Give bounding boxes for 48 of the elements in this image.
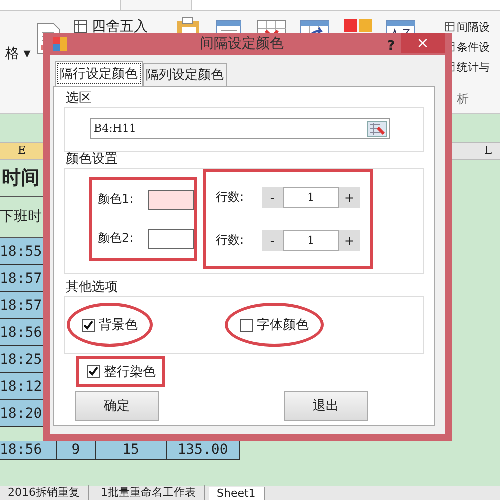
range-field[interactable]: B4:H11 — [90, 118, 390, 139]
number-field[interactable]: 1 — [283, 230, 339, 251]
close-button[interactable]: × — [401, 33, 445, 53]
tab[interactable]: 隔列设定颜色 — [143, 63, 227, 86]
group-label: 析 — [457, 91, 470, 108]
checkbox-label: 字体颜色 — [257, 317, 309, 334]
table-cell: 18:57 — [0, 292, 44, 319]
app-icon — [53, 37, 67, 51]
help-button[interactable]: ? — [387, 39, 395, 54]
group-label: 选区 — [66, 91, 93, 107]
grid-icon — [74, 20, 88, 34]
color-swatch[interactable] — [148, 228, 194, 248]
column-header[interactable]: L — [462, 143, 500, 159]
increment-button[interactable]: + — [339, 230, 360, 251]
checkbox-label: 背景色 — [99, 317, 138, 334]
table-cell: 18:20 — [0, 400, 44, 427]
color-label: 颜色2: — [98, 230, 135, 247]
table-cell: 18:55 — [0, 238, 44, 265]
sheet-tab[interactable]: 1批量重命名工作表 — [93, 485, 205, 500]
table-cell: 18:25 — [0, 346, 44, 373]
row-count-label: 行数: — [216, 189, 246, 206]
checkbox-label: 整行染色 — [104, 364, 156, 380]
color-label: 颜色1: — [98, 191, 135, 208]
color-swatch[interactable] — [148, 190, 194, 210]
decrement-button[interactable]: - — [262, 230, 283, 251]
checkbox[interactable] — [87, 365, 100, 378]
checkbox[interactable] — [82, 318, 95, 332]
row-count-label: 行数: — [216, 232, 246, 249]
ok-button[interactable]: 确定 — [75, 391, 159, 421]
exit-button[interactable]: 退出 — [284, 391, 368, 421]
color-squares-icon[interactable] — [342, 17, 374, 33]
number-field[interactable]: 1 — [283, 187, 339, 208]
table-cell: 18:12 — [0, 373, 44, 400]
group-label: 其他选项 — [66, 280, 119, 296]
grid-icon — [445, 22, 455, 32]
sheet-tab[interactable]: Sheet1 — [209, 487, 265, 500]
group-label: 颜色设置 — [66, 152, 119, 168]
decrement-button[interactable]: - — [262, 187, 283, 208]
column-header[interactable]: E — [0, 143, 44, 159]
increment-button[interactable]: + — [339, 187, 360, 208]
sheet-tab[interactable]: 2016拆销重复 — [0, 485, 89, 500]
checkbox[interactable] — [240, 318, 253, 332]
window-title: 间隔设定颜色 — [200, 35, 284, 53]
table-cell: 18:57 — [0, 265, 44, 292]
range-picker-icon[interactable] — [367, 120, 387, 136]
tab[interactable]: 隔行设定颜色 — [55, 61, 143, 86]
ribbon-dropdown[interactable]: 格 ▾ — [0, 43, 36, 65]
table-cell: 18:56 — [0, 319, 44, 346]
